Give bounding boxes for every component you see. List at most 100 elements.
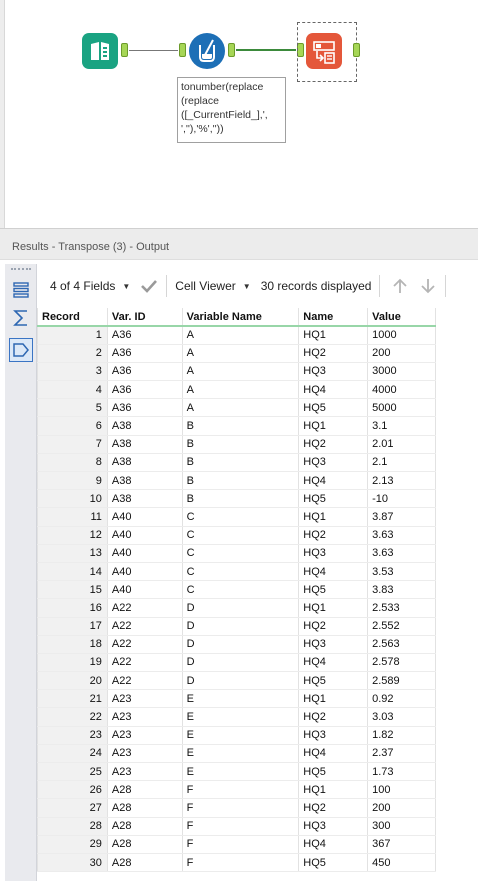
variable-name-cell[interactable]: D [182, 653, 300, 673]
var-id-cell[interactable]: A23 [107, 689, 183, 709]
name-cell[interactable]: HQ1 [298, 416, 369, 436]
var-id-cell[interactable]: A38 [107, 435, 183, 454]
scroll-down-button[interactable] [419, 276, 437, 296]
variable-name-cell[interactable]: A [182, 326, 300, 345]
record-cell[interactable]: 11 [37, 507, 108, 527]
summary-button[interactable] [9, 306, 33, 330]
connection-line[interactable] [129, 50, 178, 51]
name-cell[interactable]: HQ1 [298, 780, 369, 800]
transpose-tool[interactable] [306, 33, 342, 69]
record-cell[interactable]: 19 [37, 653, 108, 673]
formula-input-anchor[interactable] [179, 43, 186, 57]
name-cell[interactable]: HQ3 [298, 362, 369, 382]
record-cell[interactable]: 20 [37, 671, 108, 691]
table-row[interactable]: 25 A23 E HQ5 1.73 [37, 762, 436, 782]
var-id-cell[interactable]: A38 [107, 471, 183, 491]
variable-name-cell[interactable]: F [182, 853, 300, 873]
table-row[interactable]: 18 A22 D HQ3 2.563 [37, 635, 436, 654]
table-row[interactable]: 26 A28 F HQ1 100 [37, 780, 436, 800]
name-cell[interactable]: HQ3 [298, 817, 369, 836]
panel-splitter[interactable] [0, 228, 478, 236]
name-cell[interactable]: HQ2 [298, 707, 369, 727]
var-id-cell[interactable]: A36 [107, 362, 183, 382]
cell-viewer-dropdown[interactable]: Cell Viewer ▼ [175, 276, 250, 296]
apply-fields-button[interactable] [140, 276, 158, 296]
value-cell[interactable]: 100 [367, 780, 436, 800]
var-id-cell[interactable]: A23 [107, 744, 183, 764]
value-cell[interactable]: 367 [367, 835, 436, 854]
var-id-cell[interactable]: A40 [107, 507, 183, 527]
record-cell[interactable]: 2 [37, 344, 108, 363]
variable-name-cell[interactable]: E [182, 707, 300, 727]
name-cell[interactable]: HQ3 [298, 635, 369, 654]
value-cell[interactable]: -10 [367, 489, 436, 509]
record-cell[interactable]: 22 [37, 707, 108, 727]
record-cell[interactable]: 8 [37, 453, 108, 473]
record-cell[interactable]: 27 [37, 798, 108, 818]
name-cell[interactable]: HQ2 [298, 617, 369, 636]
table-row[interactable]: 28 A28 F HQ3 300 [37, 817, 436, 836]
name-cell[interactable]: HQ2 [298, 435, 369, 454]
var-id-cell[interactable]: A22 [107, 653, 183, 673]
table-row[interactable]: 1 A36 A HQ1 1000 [37, 326, 436, 345]
table-row[interactable]: 9 A38 B HQ4 2.13 [37, 471, 436, 491]
input-output-anchor[interactable] [121, 43, 128, 57]
variable-name-cell[interactable]: D [182, 617, 300, 636]
name-cell[interactable]: HQ4 [298, 835, 369, 854]
value-cell[interactable]: 2.1 [367, 453, 436, 473]
record-cell[interactable]: 16 [37, 598, 108, 618]
variable-name-cell[interactable]: D [182, 635, 300, 654]
table-row[interactable]: 24 A23 E HQ4 2.37 [37, 744, 436, 764]
table-row[interactable]: 20 A22 D HQ5 2.589 [37, 671, 436, 691]
variable-name-cell[interactable]: D [182, 598, 300, 618]
value-cell[interactable]: 300 [367, 817, 436, 836]
table-row[interactable]: 30 A28 F HQ5 450 [37, 853, 436, 873]
table-row[interactable]: 7 A38 B HQ2 2.01 [37, 435, 436, 454]
var-id-cell[interactable]: A38 [107, 489, 183, 509]
name-cell[interactable]: HQ2 [298, 798, 369, 818]
record-cell[interactable]: 28 [37, 817, 108, 836]
var-id-cell[interactable]: A28 [107, 798, 183, 818]
record-cell[interactable]: 1 [37, 326, 108, 345]
value-cell[interactable]: 3.83 [367, 580, 436, 600]
variable-name-cell[interactable]: A [182, 362, 300, 382]
column-header-name[interactable]: Name [298, 308, 369, 327]
name-cell[interactable]: HQ1 [298, 507, 369, 527]
name-cell[interactable]: HQ1 [298, 689, 369, 709]
value-cell[interactable]: 3.53 [367, 562, 436, 582]
variable-name-cell[interactable]: F [182, 798, 300, 818]
table-row[interactable]: 12 A40 C HQ2 3.63 [37, 526, 436, 545]
table-view-button[interactable] [9, 278, 33, 302]
var-id-cell[interactable]: A22 [107, 598, 183, 618]
table-row[interactable]: 10 A38 B HQ5 -10 [37, 489, 436, 509]
grip-handle[interactable] [11, 268, 31, 270]
value-cell[interactable]: 4000 [367, 380, 436, 400]
value-cell[interactable]: 2.589 [367, 671, 436, 691]
name-cell[interactable]: HQ5 [298, 398, 369, 418]
variable-name-cell[interactable]: D [182, 671, 300, 691]
var-id-cell[interactable]: A22 [107, 635, 183, 654]
record-cell[interactable]: 25 [37, 762, 108, 782]
record-cell[interactable]: 17 [37, 617, 108, 636]
table-row[interactable]: 17 A22 D HQ2 2.552 [37, 617, 436, 636]
record-cell[interactable]: 15 [37, 580, 108, 600]
variable-name-cell[interactable]: B [182, 471, 300, 491]
value-cell[interactable]: 3.1 [367, 416, 436, 436]
value-cell[interactable]: 0.92 [367, 689, 436, 709]
table-row[interactable]: 11 A40 C HQ1 3.87 [37, 507, 436, 527]
table-row[interactable]: 15 A40 C HQ5 3.83 [37, 580, 436, 600]
var-id-cell[interactable]: A36 [107, 380, 183, 400]
table-row[interactable]: 19 A22 D HQ4 2.578 [37, 653, 436, 673]
name-cell[interactable]: HQ5 [298, 853, 369, 873]
value-cell[interactable]: 3.03 [367, 707, 436, 727]
var-id-cell[interactable]: A36 [107, 344, 183, 363]
record-cell[interactable]: 21 [37, 689, 108, 709]
variable-name-cell[interactable]: A [182, 398, 300, 418]
table-row[interactable]: 6 A38 B HQ1 3.1 [37, 416, 436, 436]
formula-tool[interactable] [189, 33, 225, 69]
table-row[interactable]: 27 A28 F HQ2 200 [37, 798, 436, 818]
value-cell[interactable]: 2.552 [367, 617, 436, 636]
table-row[interactable]: 21 A23 E HQ1 0.92 [37, 689, 436, 709]
variable-name-cell[interactable]: A [182, 380, 300, 400]
scroll-up-button[interactable] [391, 276, 409, 296]
